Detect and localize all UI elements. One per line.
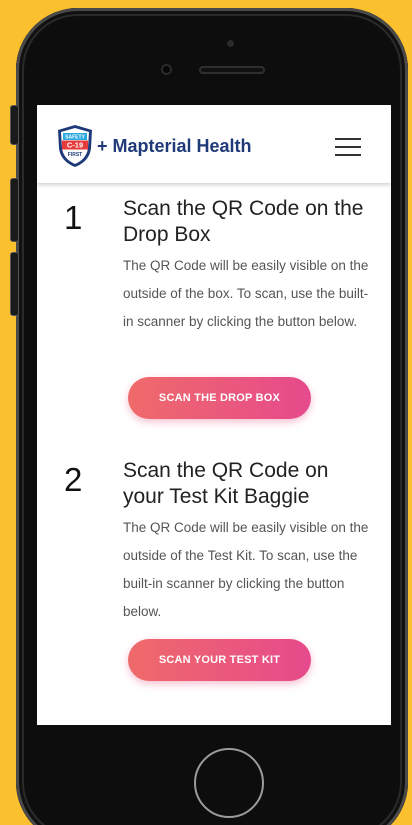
volume-up-button[interactable] [10, 178, 19, 242]
step-number: 2 [64, 461, 83, 498]
mute-switch[interactable] [10, 105, 19, 145]
logo-text-mid: C-19 [67, 141, 83, 150]
step-description: The QR Code will be easily visible on th… [123, 258, 369, 329]
safety-shield-logo-icon: SAFETY C-19 FIRST [58, 125, 92, 167]
step-title: Scan the QR Code on the Drop Box [123, 197, 364, 246]
phone-screen: SAFETY C-19 FIRST + Mapterial Health 1 S… [37, 105, 391, 725]
front-camera [227, 40, 234, 47]
brand-name: + Mapterial Health [97, 136, 252, 156]
volume-down-button[interactable] [10, 252, 19, 316]
step-title: Scan the QR Code on your Test Kit Baggie [123, 459, 329, 508]
app-header: SAFETY C-19 FIRST + Mapterial Health [37, 105, 391, 183]
hamburger-menu-icon[interactable] [335, 137, 361, 157]
scan-drop-box-button[interactable]: SCAN THE DROP BOX [128, 377, 311, 419]
scan-test-kit-button[interactable]: SCAN YOUR TEST KIT [128, 639, 311, 681]
step-number: 1 [64, 199, 83, 236]
step-description: The QR Code will be easily visible on th… [123, 520, 369, 619]
earpiece-speaker [199, 66, 265, 74]
proximity-sensor [161, 64, 172, 75]
stage: SAFETY C-19 FIRST + Mapterial Health 1 S… [0, 0, 412, 825]
logo-text-bottom: FIRST [68, 152, 82, 158]
home-button[interactable] [194, 748, 264, 818]
